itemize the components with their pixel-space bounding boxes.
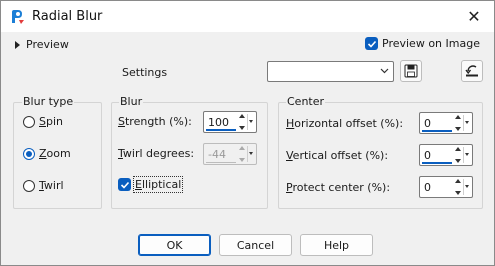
protect-center-value: 0 bbox=[424, 181, 431, 194]
checkbox-checked-icon bbox=[118, 178, 131, 191]
settings-label: Settings bbox=[122, 66, 168, 79]
horizontal-offset-value: 0 bbox=[424, 117, 431, 130]
center-title: Center bbox=[286, 95, 326, 108]
radio-twirl[interactable]: Twirl bbox=[23, 179, 64, 192]
radio-twirl-label: Twirl bbox=[39, 179, 64, 192]
spin-menu-icon[interactable] bbox=[463, 115, 470, 131]
settings-dropdown[interactable] bbox=[267, 61, 394, 82]
spin-arrows[interactable] bbox=[237, 114, 246, 130]
preview-on-image-checkbox[interactable]: Preview on Image bbox=[365, 37, 480, 50]
spin-menu-icon[interactable] bbox=[463, 179, 470, 195]
radio-selected-icon bbox=[23, 147, 35, 160]
protect-center-label: Protect center (%): bbox=[286, 181, 391, 194]
vertical-offset-spinbox[interactable]: 0 bbox=[419, 144, 473, 166]
spin-arrows[interactable] bbox=[453, 147, 462, 163]
focus-underline bbox=[422, 130, 452, 132]
blur-title: Blur bbox=[119, 95, 144, 108]
chevron-down-icon bbox=[380, 68, 389, 74]
app-icon bbox=[12, 10, 24, 24]
elliptical-label: Elliptical bbox=[132, 176, 184, 193]
spin-menu-icon[interactable] bbox=[247, 114, 254, 130]
radio-icon bbox=[23, 115, 35, 128]
radio-spin[interactable]: Spin bbox=[23, 115, 63, 128]
close-icon[interactable]: ✕ bbox=[454, 1, 494, 32]
strength-label: Strength (%): bbox=[118, 115, 192, 128]
reset-button[interactable] bbox=[461, 60, 483, 82]
protect-center-spinbox[interactable]: 0 bbox=[419, 176, 473, 198]
radial-blur-dialog: Radial Blur ✕ Preview Preview on Image S… bbox=[0, 0, 495, 266]
twirl-degrees-spinbox: -44 bbox=[203, 143, 257, 165]
preview-on-image-label: Preview on Image bbox=[382, 37, 480, 50]
title-bar: Radial Blur ✕ bbox=[1, 1, 494, 32]
horizontal-offset-spinbox[interactable]: 0 bbox=[419, 112, 473, 134]
radio-zoom[interactable]: Zoom bbox=[23, 147, 71, 160]
help-button[interactable]: Help bbox=[300, 234, 373, 256]
spin-menu-icon bbox=[247, 146, 254, 162]
focus-underline bbox=[206, 129, 236, 131]
spin-menu-icon[interactable] bbox=[463, 147, 470, 163]
elliptical-checkbox[interactable]: Elliptical bbox=[118, 176, 184, 193]
radio-icon bbox=[23, 179, 35, 192]
save-preset-button[interactable] bbox=[400, 60, 422, 82]
spin-arrows[interactable] bbox=[453, 179, 462, 195]
strength-spinbox[interactable]: 100 bbox=[203, 111, 257, 133]
ok-button[interactable]: OK bbox=[138, 234, 211, 256]
save-preset-icon bbox=[404, 64, 418, 78]
radio-spin-label: Spin bbox=[39, 115, 63, 128]
reset-icon bbox=[465, 65, 478, 77]
window-title: Radial Blur bbox=[32, 9, 103, 24]
vertical-offset-label: Vertical offset (%): bbox=[286, 149, 389, 162]
preview-toggle-label: Preview bbox=[26, 38, 69, 51]
checkbox-checked-icon bbox=[365, 37, 378, 50]
blur-type-title: Blur type bbox=[22, 95, 75, 108]
focus-underline bbox=[422, 162, 452, 164]
cancel-button[interactable]: Cancel bbox=[219, 234, 292, 256]
expand-triangle-icon bbox=[15, 40, 20, 49]
twirl-degrees-label: Twirl degrees: bbox=[118, 147, 195, 160]
horizontal-offset-label: Horizontal offset (%): bbox=[286, 117, 404, 130]
radio-zoom-label: Zoom bbox=[39, 147, 71, 160]
strength-value: 100 bbox=[208, 116, 229, 129]
vertical-offset-value: 0 bbox=[424, 149, 431, 162]
spin-arrows bbox=[237, 146, 246, 162]
twirl-degrees-value: -44 bbox=[208, 148, 226, 161]
focus-underline bbox=[206, 162, 236, 163]
spin-arrows[interactable] bbox=[453, 115, 462, 131]
preview-toggle[interactable]: Preview bbox=[15, 38, 69, 51]
